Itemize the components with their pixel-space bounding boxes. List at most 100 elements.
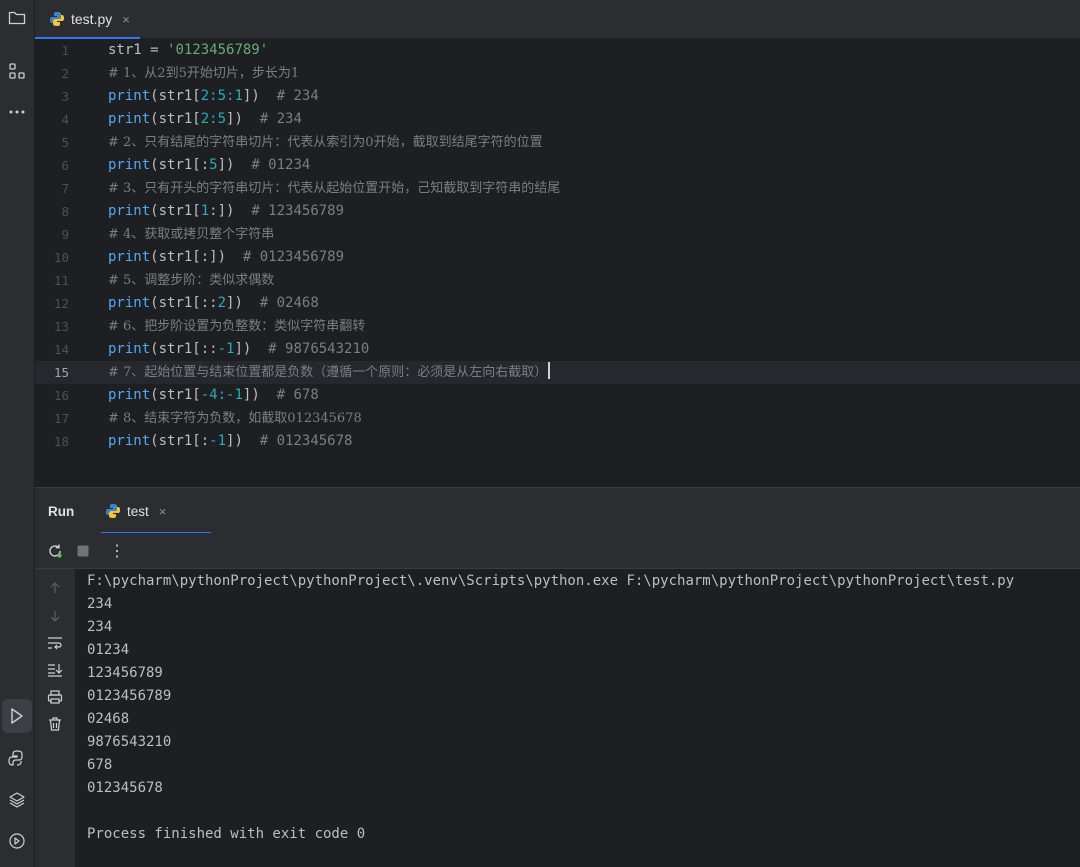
code-text: ]) (242, 88, 277, 104)
console-line: 234 (87, 596, 113, 612)
function-name: print (108, 203, 151, 219)
comment: # 123456789 (251, 203, 345, 219)
print-button[interactable] (45, 687, 65, 707)
structure-icon (9, 63, 25, 79)
tab-label: test.py (71, 11, 113, 27)
python-console-tool-button[interactable] (0, 741, 34, 775)
close-icon[interactable]: × (159, 504, 167, 519)
function-name: print (108, 341, 151, 357)
run-tab-test[interactable]: test × (101, 488, 211, 534)
editor-tab-bar: test.py × (35, 0, 1080, 39)
trash-icon (49, 717, 61, 731)
down-button[interactable] (45, 606, 65, 626)
code-line: 11 # 5、调整步阶：类似求偶数 (35, 269, 1080, 292)
tool-window-strip (0, 0, 35, 867)
text-caret (548, 362, 551, 379)
more-icon (9, 110, 25, 114)
more-tools-button[interactable] (0, 95, 34, 129)
code-text: str1 = (108, 42, 168, 58)
console-line: 123456789 (87, 665, 163, 681)
console-output[interactable]: F:\pycharm\pythonProject\pythonProject\.… (76, 569, 1080, 867)
comment: # 1、从2到5开始切片，步长为1 (108, 66, 300, 81)
run-toolbar: ⋮ (35, 533, 1080, 569)
number-literal: 1 (200, 203, 210, 219)
comment: # 02468 (259, 295, 319, 311)
run-icon (11, 708, 23, 724)
code-line: 16 print(str1[-4:-1]) # 678 (35, 384, 1080, 407)
soft-wrap-button[interactable] (45, 633, 65, 653)
line-number: 8 (61, 204, 69, 219)
code-text: ]) (242, 387, 277, 403)
code-line: 5 # 2、只有结尾的字符串切片：代表从索引为0开始，截取到结尾字符的位置 (35, 131, 1080, 154)
code-line: 13 # 6、把步阶设置为负整数：类似字符串翻转 (35, 315, 1080, 338)
code-text: (str1[: (150, 433, 210, 449)
tab-test-py[interactable]: test.py × (35, 0, 140, 39)
code-line: 7 # 3、只有开头的字符串切片：代表从起始位置开始，己知截取到字符串的结尾 (35, 177, 1080, 200)
stop-button[interactable] (73, 541, 93, 561)
services-tool-button[interactable] (0, 824, 34, 858)
code-text: ]) (234, 341, 269, 357)
code-line: 3 print(str1[2:5:1]) # 234 (35, 85, 1080, 108)
line-number: 12 (53, 296, 69, 311)
line-number: 14 (53, 342, 69, 357)
more-vertical-icon[interactable]: ⋮ (107, 541, 127, 561)
comment: # 01234 (251, 157, 311, 173)
console-line: 01234 (87, 642, 130, 658)
project-tool-button[interactable] (0, 1, 34, 35)
code-text: (str1[ (150, 387, 201, 403)
comment: # 2、只有结尾的字符串切片：代表从索引为0开始，截取到结尾字符的位置 (108, 135, 543, 150)
comment: # 8、结束字符为负数，如截取012345678 (108, 411, 362, 426)
structure-tool-button[interactable] (0, 54, 34, 88)
code-text: (str1[:]) (150, 249, 243, 265)
console-line: 9876543210 (87, 734, 172, 750)
up-button[interactable] (45, 578, 65, 598)
function-name: print (108, 387, 151, 403)
code-text: :]) (209, 203, 252, 219)
line-number: 11 (53, 273, 69, 288)
code-text: (str1[ (150, 203, 201, 219)
python-console-icon (8, 750, 23, 766)
layers-tool-button[interactable] (0, 783, 34, 817)
comment: # 012345678 (259, 433, 353, 449)
string-literal: '0123456789' (167, 42, 269, 58)
number-literal: 2:5:1 (200, 88, 243, 104)
console-line: 234 (87, 619, 113, 635)
clear-button[interactable] (45, 714, 65, 734)
code-editor[interactable]: 1 str1 = '0123456789' 2 # 1、从2到5开始切片，步长为1 … (35, 39, 1080, 486)
function-name: print (108, 433, 151, 449)
function-name: print (108, 295, 151, 311)
number-literal: -1 (209, 433, 227, 449)
process-finished-message: Process finished with exit code 0 (87, 826, 366, 842)
function-name: print (108, 157, 151, 173)
code-line: 6 print(str1[:5]) # 01234 (35, 154, 1080, 177)
close-icon[interactable]: × (122, 12, 130, 27)
function-name: print (108, 111, 151, 127)
code-line: 14 print(str1[::-1]) # 9876543210 (35, 338, 1080, 361)
python-file-icon (50, 12, 64, 26)
code-line: 9 # 4、获取或拷贝整个字符串 (35, 223, 1080, 246)
comment: # 7、起始位置与结束位置都是负数（遵循一个原则：必须是从左向右截取） (108, 365, 548, 380)
comment: # 3、只有开头的字符串切片：代表从起始位置开始，己知截取到字符串的结尾 (108, 181, 561, 196)
code-text: (str1[ (150, 111, 201, 127)
function-name: print (108, 249, 151, 265)
services-icon (9, 833, 25, 849)
code-line: 8 print(str1[1:]) # 123456789 (35, 200, 1080, 223)
line-number: 18 (53, 434, 69, 449)
line-number: 10 (53, 250, 69, 265)
comment: # 6、把步阶设置为负整数：类似字符串翻转 (108, 319, 366, 334)
folder-icon (8, 11, 26, 25)
function-name: print (108, 88, 151, 104)
rerun-button[interactable] (45, 541, 65, 561)
stop-icon (77, 545, 89, 557)
code-line: 1 str1 = '0123456789' (35, 39, 1080, 62)
line-number: 4 (61, 112, 69, 127)
line-number: 2 (61, 66, 69, 81)
line-number: 3 (61, 89, 69, 104)
run-side-toolbar (35, 569, 75, 867)
console-line: 678 (87, 757, 113, 773)
number-literal: -1 (217, 341, 235, 357)
code-text: (str1[ (150, 88, 201, 104)
scroll-to-end-button[interactable] (45, 660, 65, 680)
run-tool-button[interactable] (2, 699, 32, 733)
code-line: 4 print(str1[2:5]) # 234 (35, 108, 1080, 131)
